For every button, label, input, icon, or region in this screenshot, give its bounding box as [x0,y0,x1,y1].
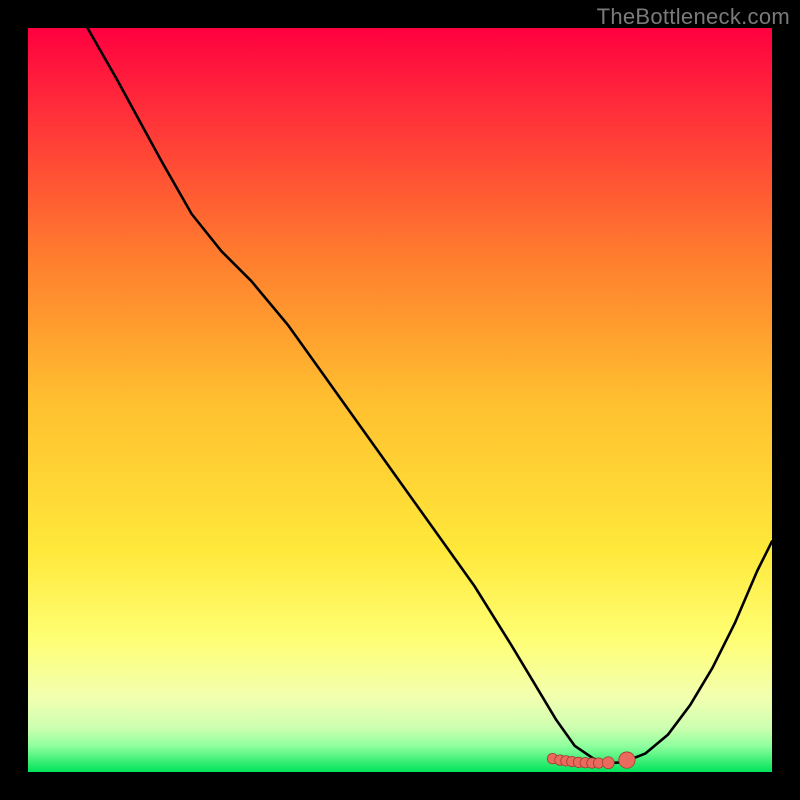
marker-dot [619,752,635,768]
plot-svg [28,28,772,772]
watermark-text: TheBottleneck.com [597,4,790,30]
marker-dot [602,757,614,769]
chart-frame: TheBottleneck.com [0,0,800,800]
plot-area [28,28,772,772]
gradient-background [28,28,772,772]
